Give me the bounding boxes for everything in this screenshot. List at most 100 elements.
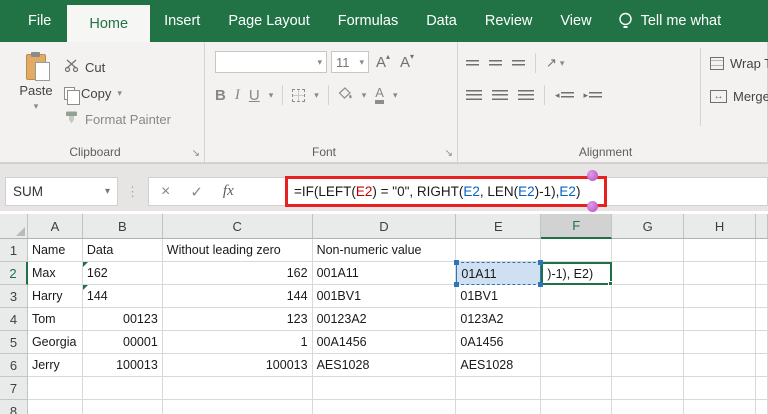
italic-button[interactable]: I: [235, 87, 240, 104]
tab-formulas[interactable]: Formulas: [324, 0, 412, 42]
cell[interactable]: [755, 377, 768, 400]
cell-D6[interactable]: AES1028: [312, 354, 457, 377]
copy-dropdown-icon[interactable]: ▾: [117, 88, 122, 99]
cell-A8[interactable]: [28, 400, 83, 414]
cell-E6[interactable]: AES1028: [456, 354, 542, 377]
cell-D1[interactable]: Non-numeric value: [312, 239, 457, 262]
cell-C5[interactable]: 1: [162, 331, 313, 354]
cell-E7[interactable]: [456, 377, 542, 400]
column-header-B[interactable]: B: [82, 214, 163, 239]
tab-insert[interactable]: Insert: [150, 0, 214, 42]
cell-G7[interactable]: [612, 377, 685, 400]
cell-G8[interactable]: [612, 400, 685, 414]
font-name-dropdown-icon[interactable]: ▾: [317, 57, 322, 68]
row-header-8[interactable]: 8: [0, 400, 28, 414]
font-color-button[interactable]: A: [375, 86, 384, 104]
tell-me-box[interactable]: Tell me what: [618, 0, 721, 42]
cell-E4[interactable]: 0123A2: [456, 308, 542, 331]
column-header-H[interactable]: H: [684, 214, 756, 239]
cell-G5[interactable]: [612, 331, 685, 354]
fill-handle[interactable]: [608, 281, 614, 286]
cell-A2[interactable]: Max: [27, 262, 83, 285]
cell-B1[interactable]: Data: [82, 239, 163, 262]
selection-handle[interactable]: [538, 260, 544, 265]
cell-B4[interactable]: 00123: [82, 308, 163, 331]
font-name-combo[interactable]: ▾: [215, 51, 327, 73]
tab-view[interactable]: View: [546, 0, 605, 42]
cell-B5[interactable]: 00001: [82, 331, 163, 354]
grow-font-button[interactable]: A ▴: [373, 52, 393, 71]
cell-A1[interactable]: Name: [27, 239, 83, 262]
cell-E1[interactable]: [456, 239, 542, 262]
cell-C8[interactable]: [163, 400, 313, 414]
align-right-button[interactable]: [518, 89, 534, 101]
cell-D4[interactable]: 00123A2: [312, 308, 457, 331]
fill-color-button[interactable]: [338, 87, 353, 103]
cell-E2[interactable]: 01A11: [454, 260, 544, 287]
font-size-combo[interactable]: 11 ▾: [331, 51, 369, 73]
cell-F5[interactable]: [541, 331, 613, 354]
cell-D7[interactable]: [312, 377, 457, 400]
align-left-button[interactable]: [466, 89, 482, 101]
column-header-G[interactable]: G: [612, 214, 685, 239]
selection-handle[interactable]: [454, 260, 460, 265]
cell[interactable]: [755, 308, 768, 331]
cell-D2[interactable]: 001A11: [312, 262, 457, 285]
cell-D8[interactable]: [313, 400, 457, 414]
cell-E5[interactable]: 0A1456: [456, 331, 542, 354]
bold-button[interactable]: B: [215, 87, 226, 104]
wrap-text-button[interactable]: Wrap Text: [710, 51, 768, 75]
column-header-E[interactable]: E: [456, 214, 542, 239]
column-header-D[interactable]: D: [312, 214, 457, 239]
column-header[interactable]: [756, 214, 768, 239]
increase-indent-button[interactable]: ▸: [584, 90, 603, 101]
cell-A3[interactable]: Harry: [27, 285, 83, 308]
enter-check-icon[interactable]: ✓: [190, 183, 203, 201]
cell-F3[interactable]: [541, 285, 613, 308]
tab-page-layout[interactable]: Page Layout: [214, 0, 323, 42]
cell-A6[interactable]: Jerry: [27, 354, 83, 377]
cell[interactable]: [756, 262, 768, 285]
cell-C4[interactable]: 123: [162, 308, 313, 331]
align-top-button[interactable]: [466, 59, 479, 67]
cell-C2[interactable]: 162: [162, 262, 313, 285]
column-header-F[interactable]: F: [541, 214, 613, 239]
row-header-5[interactable]: 5: [0, 331, 28, 354]
cell-A4[interactable]: Tom: [27, 308, 83, 331]
cell-F7[interactable]: [541, 377, 613, 400]
select-all-corner[interactable]: [0, 214, 28, 239]
borders-dropdown-icon[interactable]: ▾: [314, 90, 319, 101]
cell-F4[interactable]: [541, 308, 613, 331]
shrink-font-button[interactable]: A ▾: [397, 52, 417, 71]
cell-H5[interactable]: [684, 331, 756, 354]
cell-F6[interactable]: [541, 354, 613, 377]
cancel-icon[interactable]: ×: [161, 183, 170, 201]
name-box[interactable]: SUM ▾: [5, 177, 118, 206]
name-box-dropdown-icon[interactable]: ▾: [105, 186, 110, 197]
cell-G1[interactable]: [612, 239, 685, 262]
cell-A5[interactable]: Georgia: [27, 331, 83, 354]
cell-B3[interactable]: 144: [82, 285, 163, 308]
column-header-A[interactable]: A: [27, 214, 83, 239]
font-color-dropdown-icon[interactable]: ▾: [393, 90, 398, 101]
selection-handle[interactable]: [538, 282, 544, 287]
cell-B7[interactable]: [82, 377, 163, 400]
row-header-1[interactable]: 1: [0, 239, 28, 262]
row-header-3[interactable]: 3: [0, 285, 28, 308]
cell-E3[interactable]: 01BV1: [456, 285, 542, 308]
orientation-dropdown-icon[interactable]: ▾: [560, 58, 565, 69]
cell-B6[interactable]: 100013: [82, 354, 163, 377]
underline-dropdown-icon[interactable]: ▾: [269, 90, 274, 101]
cell-D3[interactable]: 001BV1: [312, 285, 457, 308]
tab-data[interactable]: Data: [412, 0, 471, 42]
align-middle-button[interactable]: [489, 59, 502, 67]
cell-B2[interactable]: 162: [82, 262, 163, 285]
row-header-6[interactable]: 6: [0, 354, 28, 377]
cell[interactable]: [755, 354, 768, 377]
cell-D5[interactable]: 00A1456: [312, 331, 457, 354]
cell-A7[interactable]: [27, 377, 83, 400]
cell[interactable]: [756, 400, 768, 414]
cell-C3[interactable]: 144: [162, 285, 313, 308]
merge-center-button[interactable]: ↔ Merge & Center: [710, 84, 768, 108]
cell-G6[interactable]: [612, 354, 685, 377]
